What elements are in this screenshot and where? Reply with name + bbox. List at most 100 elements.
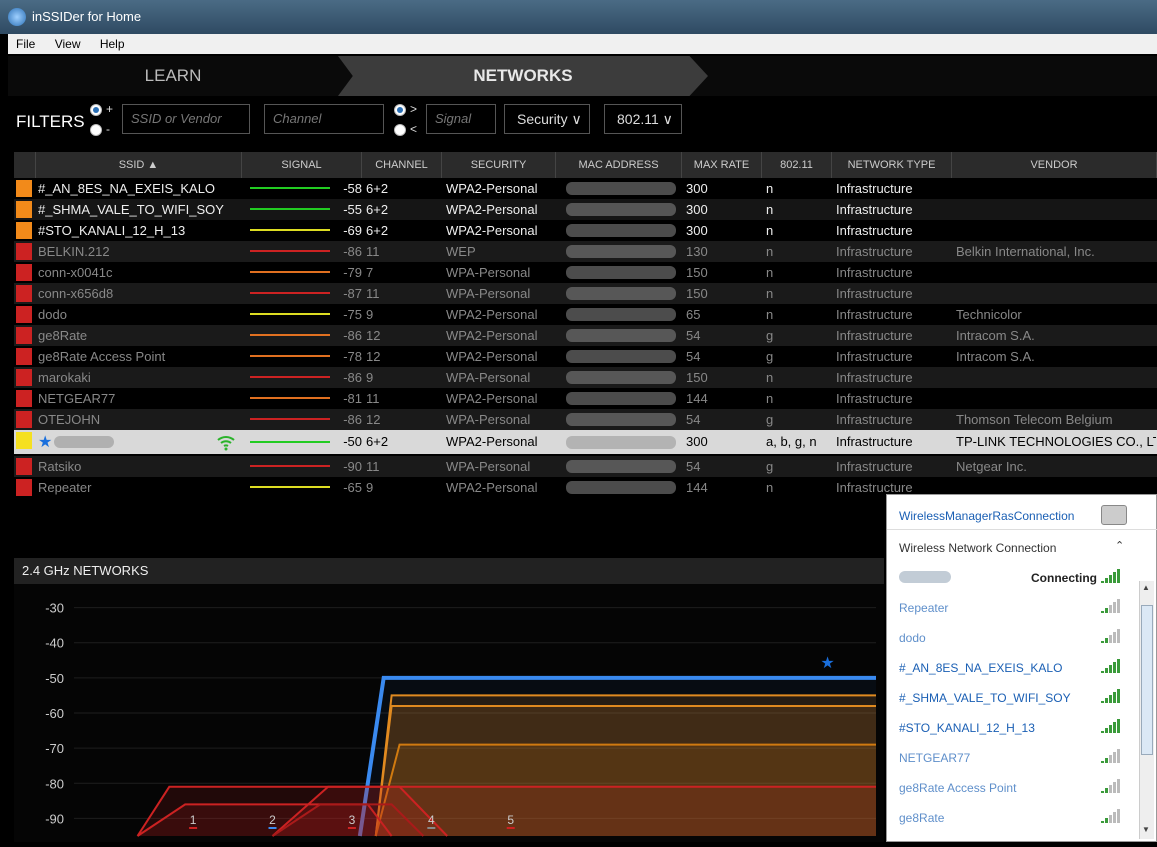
menu-file[interactable]: File xyxy=(8,34,43,51)
table-header: SSID ▲ SIGNAL CHANNEL SECURITY MAC ADDRE… xyxy=(14,152,1157,178)
signal-bars-icon xyxy=(1101,719,1123,733)
ssid-exclude-radio[interactable] xyxy=(90,124,102,136)
col-80211[interactable]: 802.11 xyxy=(762,152,832,178)
scroll-down-icon[interactable]: ▼ xyxy=(1142,825,1150,834)
table-row[interactable]: #_SHMA_VALE_TO_WIFI_SOY -55 6+2 WPA2-Person… xyxy=(14,199,1157,220)
cell-std: g xyxy=(766,412,774,427)
y-tick-label: -40 xyxy=(45,636,64,651)
row-color-swatch xyxy=(16,306,32,323)
cell-std: n xyxy=(766,391,774,406)
table-row[interactable]: ge8Rate Access Point -78 12 WPA2-Personal 54… xyxy=(14,346,1157,367)
x-tick-label: 1 xyxy=(190,813,197,827)
table-row[interactable]: dodo -75 9 WPA2-Personal 65 n Infrastructure Te… xyxy=(14,304,1157,325)
channel-chart: -30 -40 -50 -60 -70 -80 -90 1 2 3 4 5 ★ xyxy=(14,584,884,842)
cell-vendor xyxy=(956,199,1156,220)
cell-type: Infrastructure xyxy=(836,265,913,280)
tab-learn[interactable]: LEARN xyxy=(8,56,338,96)
cell-ssid: conn-x0041c xyxy=(38,265,113,280)
networks-24ghz-panel: 2.4 GHz NETWORKS -30 -40 -50 -60 -70 -80 -90 1 2… xyxy=(14,558,884,842)
cell-type: Infrastructure xyxy=(836,181,913,196)
cell-rate: 150 xyxy=(686,265,708,280)
tab-networks[interactable]: NETWORKS xyxy=(338,56,708,96)
signal-lt-radio[interactable] xyxy=(394,124,406,136)
table-row[interactable]: #_AN_8ES_NA_EXEIS_KALO -58 6+2 WPA2-Persona… xyxy=(14,178,1157,199)
channel-filter-input[interactable]: Channel xyxy=(264,104,384,134)
popup-network-item[interactable]: #_SHMA_VALE_TO_WIFI_SOY xyxy=(899,691,1071,705)
table-row[interactable]: OTEJOHN -86 12 WPA-Personal 54 g Infrastructur… xyxy=(14,409,1157,430)
col-maxrate[interactable]: MAX RATE xyxy=(682,152,762,178)
popup-scrollbar[interactable]: ▲ ▼ xyxy=(1139,581,1154,839)
col-ssid[interactable]: SSID ▲ xyxy=(36,152,242,178)
signal-sparkline xyxy=(250,334,330,336)
popup-network-item[interactable]: ge8Rate Access Point xyxy=(899,781,1016,795)
cell-std: g xyxy=(766,459,774,474)
cell-vendor: Intracom S.A. xyxy=(956,328,1035,343)
cell-vendor xyxy=(956,178,1156,199)
cell-security: WPA2-Personal xyxy=(446,307,538,322)
scroll-up-icon[interactable]: ▲ xyxy=(1142,583,1150,592)
x-tick-label: 2 xyxy=(269,813,276,827)
table-row[interactable]: ge8Rate -86 12 WPA2-Personal 54 g Infrastructu… xyxy=(14,325,1157,346)
star-icon: ★ xyxy=(820,655,834,672)
ras-connection-item[interactable]: WirelessManagerRasConnection xyxy=(899,509,1074,523)
lt-label: < xyxy=(410,122,418,136)
table-row[interactable]: Ratsiko -90 11 WPA-Personal 54 g Infrastructur… xyxy=(14,456,1157,477)
col-vendor[interactable]: VENDOR xyxy=(952,152,1157,178)
table-row[interactable]: conn-x0041c -79 7 WPA-Personal 150 n Infrastru… xyxy=(14,262,1157,283)
row-color-swatch xyxy=(16,327,32,344)
col-network-type[interactable]: NETWORK TYPE xyxy=(832,152,952,178)
signal-sparkline xyxy=(250,229,330,231)
collapse-icon[interactable]: ⌃ xyxy=(1115,539,1124,552)
menu-help[interactable]: Help xyxy=(92,34,133,51)
popup-network-item[interactable]: dodo xyxy=(899,631,926,645)
cell-std: n xyxy=(766,223,774,238)
col-channel[interactable]: CHANNEL xyxy=(362,152,442,178)
popup-network-item[interactable]: #_AN_8ES_NA_EXEIS_KALO xyxy=(899,661,1062,675)
col-mac[interactable]: MAC ADDRESS xyxy=(556,152,682,178)
connecting-label: Connecting xyxy=(1031,571,1097,585)
table-row[interactable]: conn-x656d8 -87 11 WPA-Personal 150 n Infrastr… xyxy=(14,283,1157,304)
popup-network-item[interactable]: Repeater xyxy=(899,601,948,615)
cell-rate: 144 xyxy=(686,480,708,495)
signal-gt-radio[interactable] xyxy=(394,104,406,116)
cell-channel: 6+2 xyxy=(366,223,389,238)
standard-dropdown[interactable]: 802.11 ∨ xyxy=(604,104,682,134)
cell-security: WPA2-Personal xyxy=(446,391,538,406)
cell-rate: 144 xyxy=(686,391,708,406)
cell-security: WPA2-Personal xyxy=(446,328,538,343)
y-tick-label: -30 xyxy=(45,601,64,616)
table-row[interactable]: BELKIN.212 -86 11 WEP 130 n Infrastructure Belk… xyxy=(14,241,1157,262)
scroll-thumb[interactable] xyxy=(1141,605,1153,755)
signal-sparkline xyxy=(250,465,330,467)
table-row[interactable]: marokaki -86 9 WPA-Personal 150 n Infrastructu… xyxy=(14,367,1157,388)
y-tick-label: -90 xyxy=(45,811,64,826)
cell-type: Infrastructure xyxy=(836,391,913,406)
cell-security: WPA2-Personal xyxy=(446,434,538,449)
mac-address-blurred xyxy=(566,350,676,363)
popup-network-item[interactable]: NETGEAR77 xyxy=(899,751,970,765)
popup-network-item[interactable]: #STO_KANALI_12_H_13 xyxy=(899,721,1035,735)
table-row[interactable]: #STO_KANALI_12_H_13 -69 6+2 WPA2-Personal 30… xyxy=(14,220,1157,241)
cell-channel: 9 xyxy=(366,307,374,322)
col-signal[interactable]: SIGNAL xyxy=(242,152,362,178)
cell-rate: 130 xyxy=(686,244,708,259)
printer-icon xyxy=(1101,505,1127,525)
table-row[interactable]: ★ -50 6+2 WPA2-Personal 300 a, b, g, n Infrast… xyxy=(14,430,1157,454)
cell-security: WPA-Personal xyxy=(446,412,531,427)
security-dropdown-label: Security xyxy=(517,111,568,127)
ssid-include-radio[interactable] xyxy=(90,104,102,116)
row-color-swatch xyxy=(16,222,32,239)
security-dropdown[interactable]: Security ∨ xyxy=(504,104,590,134)
separator xyxy=(887,529,1157,530)
menu-view[interactable]: View xyxy=(47,34,89,51)
table-row[interactable]: NETGEAR77 -81 11 WPA2-Personal 144 n Infrastru… xyxy=(14,388,1157,409)
cell-rate: 150 xyxy=(686,370,708,385)
signal-filter-input[interactable]: Signal xyxy=(426,104,496,134)
color-column-header xyxy=(14,152,36,178)
col-security[interactable]: SECURITY xyxy=(442,152,556,178)
ssid-filter-input[interactable]: SSID or Vendor xyxy=(122,104,250,134)
cell-channel: 11 xyxy=(366,391,380,406)
popup-network-item[interactable]: ge8Rate xyxy=(899,811,944,825)
cell-rate: 300 xyxy=(686,434,708,449)
signal-bars-icon xyxy=(1101,749,1123,763)
